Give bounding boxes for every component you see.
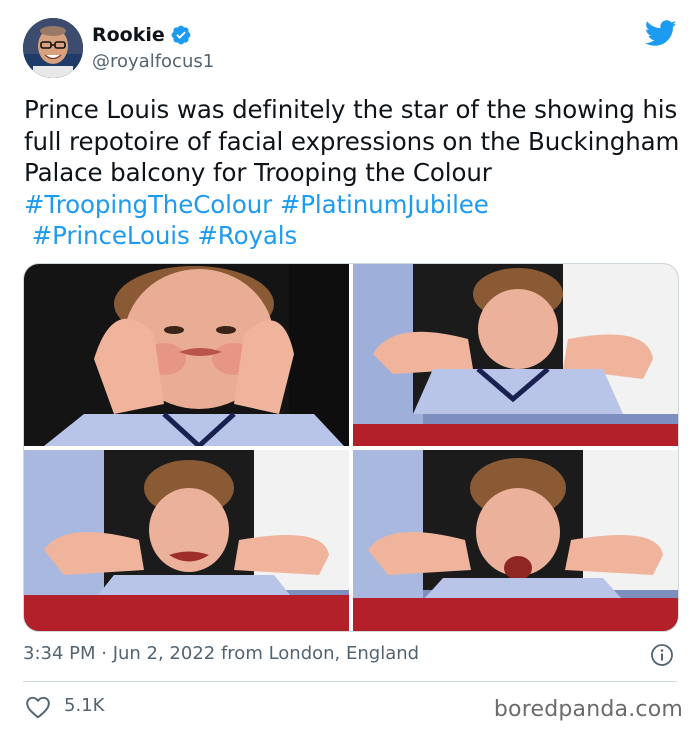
hashtag-link[interactable]: #Royals (197, 221, 297, 250)
twitter-bird-icon[interactable] (644, 20, 677, 48)
tweet-timestamp[interactable]: 3:34 PM · Jun 2, 2022 from London, Engla… (23, 643, 419, 664)
watermark: boredpanda.com (493, 697, 683, 722)
hashtag-link[interactable]: #PrinceLouis (32, 221, 190, 250)
verified-badge-icon (170, 24, 192, 46)
photo-3[interactable] (24, 450, 349, 631)
display-name[interactable]: Rookie (92, 24, 165, 46)
heart-icon[interactable] (25, 695, 51, 719)
photo-1[interactable] (24, 264, 349, 446)
like-count[interactable]: 5.1K (64, 695, 104, 716)
hashtag-link[interactable]: #PlatinumJubilee (280, 190, 489, 219)
author-name-row[interactable]: Rookie (92, 24, 192, 46)
photo-4[interactable] (353, 450, 678, 631)
divider (23, 681, 677, 682)
photo-2[interactable] (353, 264, 678, 446)
tweet-body: Prince Louis was definitely the star of … (24, 95, 688, 187)
hashtag-link[interactable]: #TroopingTheColour (24, 190, 272, 219)
author-handle[interactable]: @royalfocus1 (92, 51, 214, 72)
tweet-text: Prince Louis was definitely the star of … (24, 94, 684, 252)
tweet-card: Rookie @royalfocus1 Prince Louis was def… (0, 0, 700, 733)
avatar[interactable] (23, 18, 83, 78)
media-grid (23, 263, 679, 632)
info-icon[interactable] (650, 643, 674, 667)
